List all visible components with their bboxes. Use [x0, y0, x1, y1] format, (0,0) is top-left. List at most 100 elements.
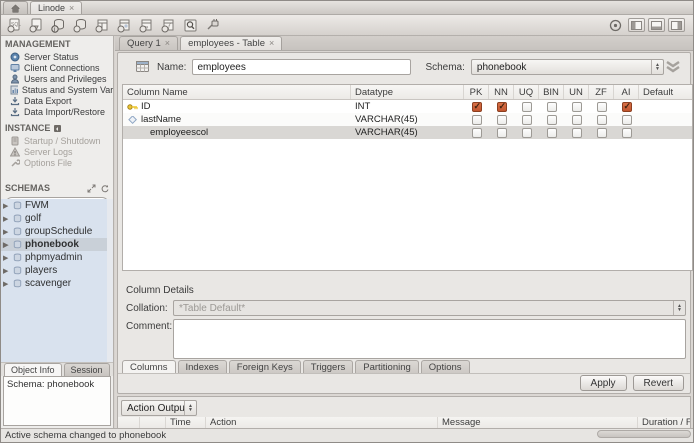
open-sql-script-icon[interactable] — [27, 16, 46, 34]
expand-form-button[interactable] — [664, 60, 682, 74]
sidebar-item-options-file[interactable]: Options File — [1, 157, 113, 168]
sidebar-item-server-status[interactable]: Server Status — [1, 51, 113, 62]
header-nn[interactable]: NN — [489, 85, 514, 99]
expander-icon[interactable]: ▶ — [3, 228, 10, 236]
spinner-icon[interactable]: ▲ ▼ — [673, 301, 685, 315]
checkbox-zf[interactable] — [596, 114, 607, 125]
sidebar-item-data-export[interactable]: Data Export — [1, 95, 113, 106]
header-datatype[interactable]: Datatype — [351, 85, 464, 99]
tab-partitioning[interactable]: Partitioning — [355, 360, 419, 373]
column-row-employeescol[interactable]: employeescol VARCHAR(45) — [123, 126, 692, 139]
checkbox-nn[interactable] — [496, 114, 507, 125]
schema-item-fwm[interactable]: ▶ FWM — [1, 199, 107, 212]
schema-item-phpmyadmin[interactable]: ▶ phpmyadmin — [1, 251, 107, 264]
header-column-name[interactable]: Column Name — [123, 85, 351, 99]
expander-icon[interactable]: ▶ — [3, 202, 10, 210]
tab-foreign-keys[interactable]: Foreign Keys — [228, 360, 301, 373]
table-name-input[interactable] — [192, 59, 412, 75]
spinner-icon[interactable]: ▲ ▼ — [184, 401, 196, 415]
tab-query-1[interactable]: Query 1 × — [119, 36, 179, 50]
checkbox-ai[interactable] — [621, 127, 632, 138]
sidebar-item-status-system-variables[interactable]: Status and System Variables — [1, 84, 113, 95]
checkbox-pk[interactable] — [471, 114, 482, 125]
create-function-icon[interactable]: f — [159, 16, 178, 34]
header-uq[interactable]: UQ — [514, 85, 539, 99]
close-icon[interactable]: × — [269, 39, 274, 48]
tab-triggers[interactable]: Triggers — [302, 360, 354, 373]
horizontal-scrollbar-thumb[interactable] — [597, 430, 691, 438]
schema-item-scavenger[interactable]: ▶ scavenger — [1, 277, 107, 290]
checkbox-uq[interactable] — [521, 127, 532, 138]
close-icon[interactable]: × — [69, 3, 74, 13]
column-row-id[interactable]: ID INT — [123, 100, 692, 113]
sidebar-item-client-connections[interactable]: Client Connections — [1, 62, 113, 73]
create-procedure-icon[interactable]: » — [137, 16, 156, 34]
collation-combobox[interactable]: *Table Default* ▲ ▼ — [173, 300, 686, 316]
connection-tab-linode[interactable]: Linode × — [30, 1, 83, 14]
checkbox-pk[interactable] — [471, 101, 482, 112]
schema-item-players[interactable]: ▶ players — [1, 264, 107, 277]
checkbox-bin[interactable] — [546, 114, 557, 125]
comment-textarea[interactable] — [173, 319, 686, 359]
close-icon[interactable]: × — [165, 39, 170, 48]
header-duration-fetch[interactable]: Duration / Fetch — [638, 417, 690, 428]
tab-employees-table[interactable]: employees - Table × — [180, 36, 283, 50]
tab-object-info[interactable]: Object Info — [4, 363, 62, 376]
revert-button[interactable]: Revert — [632, 375, 684, 391]
tab-indexes[interactable]: Indexes — [177, 360, 227, 373]
checkbox-un[interactable] — [571, 127, 582, 138]
column-row-lastname[interactable]: lastName VARCHAR(45) — [123, 113, 692, 126]
expander-icon[interactable]: ▶ — [3, 254, 10, 262]
instance-rescan-icon[interactable] — [53, 124, 62, 133]
reconnect-server-icon[interactable] — [203, 16, 222, 34]
checkbox-nn[interactable] — [496, 101, 507, 112]
checkbox-un[interactable] — [571, 114, 582, 125]
header-message[interactable]: Message — [438, 417, 638, 428]
checkbox-bin[interactable] — [546, 127, 557, 138]
checkbox-bin[interactable] — [546, 101, 557, 112]
output-selector[interactable]: Action Output ▲ ▼ — [121, 400, 197, 416]
toggle-right-sidebar-button[interactable] — [668, 18, 685, 32]
checkbox-zf[interactable] — [596, 127, 607, 138]
tab-columns[interactable]: Columns — [122, 360, 176, 373]
search-objects-icon[interactable] — [181, 16, 200, 34]
header-zf[interactable]: ZF — [589, 85, 614, 99]
expander-icon[interactable]: ▶ — [3, 267, 10, 275]
header-bin[interactable]: BIN — [539, 85, 564, 99]
expand-panel-icon[interactable] — [87, 184, 96, 193]
checkbox-ai[interactable] — [621, 114, 632, 125]
checkbox-ai[interactable] — [621, 101, 632, 112]
toggle-left-sidebar-button[interactable] — [628, 18, 645, 32]
header-ai[interactable]: AI — [614, 85, 639, 99]
checkbox-zf[interactable] — [596, 101, 607, 112]
header-default[interactable]: Default — [639, 85, 692, 99]
create-schema-icon[interactable]: i — [49, 16, 68, 34]
checkbox-uq[interactable] — [521, 101, 532, 112]
create-view-icon[interactable] — [115, 16, 134, 34]
schema-item-golf[interactable]: ▶ golf — [1, 212, 107, 225]
expander-icon[interactable]: ▶ — [3, 241, 10, 249]
tab-options[interactable]: Options — [420, 360, 470, 373]
checkbox-un[interactable] — [571, 101, 582, 112]
sidebar-item-users-privileges[interactable]: Users and Privileges — [1, 73, 113, 84]
sidebar-item-data-import[interactable]: Data Import/Restore — [1, 106, 113, 117]
apply-button[interactable]: Apply — [579, 375, 627, 391]
sidebar-item-server-logs[interactable]: Server Logs — [1, 146, 113, 157]
tab-session[interactable]: Session — [63, 363, 110, 376]
schema-combobox[interactable]: phonebook ▲ ▼ — [470, 59, 664, 75]
create-table-db-icon[interactable] — [71, 16, 90, 34]
spinner-icon[interactable]: ▲ ▼ — [651, 60, 663, 74]
home-tab[interactable] — [3, 1, 28, 14]
checkbox-nn[interactable] — [496, 127, 507, 138]
checkbox-uq[interactable] — [521, 114, 532, 125]
schema-item-phonebook[interactable]: ▶ phonebook — [1, 238, 107, 251]
header-time[interactable]: Time — [166, 417, 206, 428]
expander-icon[interactable]: ▶ — [3, 215, 10, 223]
header-action[interactable]: Action — [206, 417, 438, 428]
refresh-schemas-icon[interactable] — [100, 184, 109, 193]
new-sql-tab-icon[interactable]: SQL — [5, 16, 24, 34]
header-un[interactable]: UN — [564, 85, 589, 99]
toggle-bottom-panel-button[interactable] — [648, 18, 665, 32]
expander-icon[interactable]: ▶ — [3, 280, 10, 288]
checkbox-pk[interactable] — [471, 127, 482, 138]
